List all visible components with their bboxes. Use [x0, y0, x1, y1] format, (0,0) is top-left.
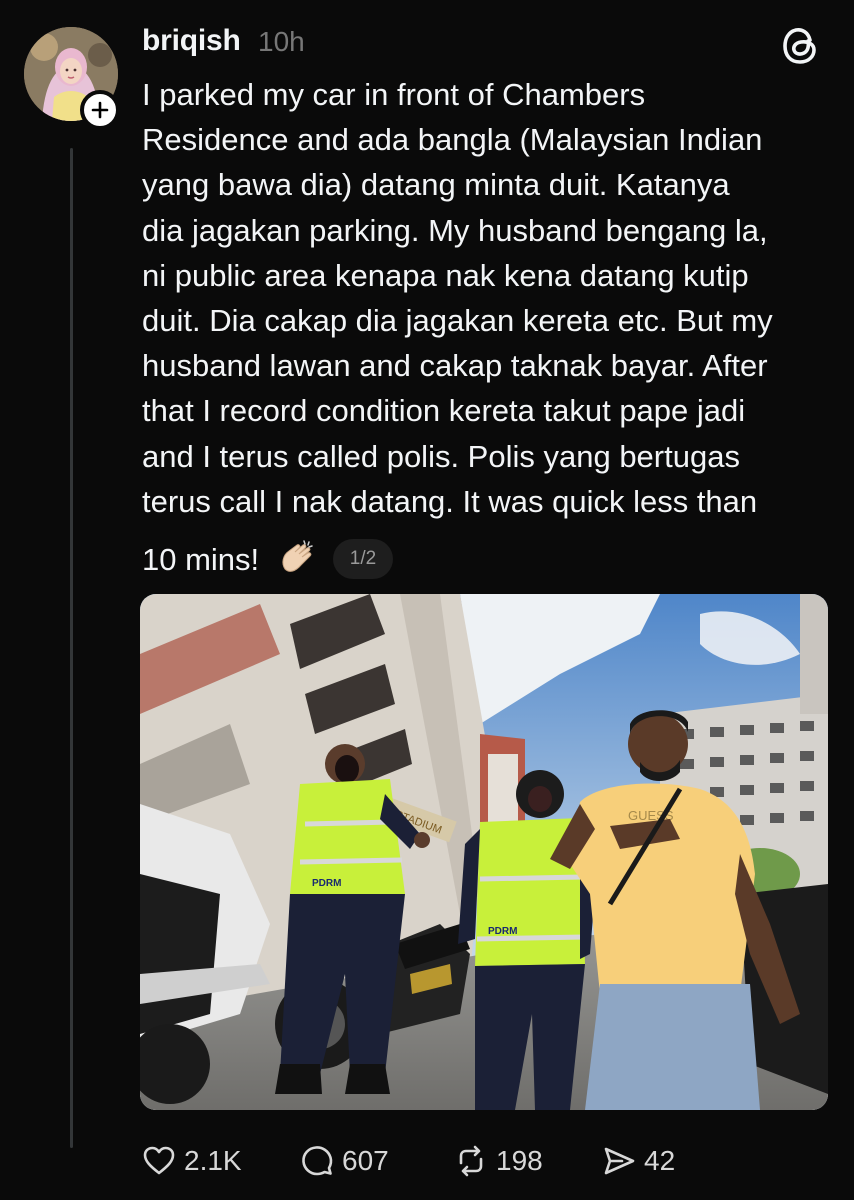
repost-icon [459, 1145, 483, 1177]
vest-label-1: PDRM [312, 878, 341, 889]
post-text-last-line: 10 mins! [142, 542, 260, 577]
threads-logo-icon[interactable] [781, 24, 821, 68]
follow-button[interactable] [80, 90, 120, 130]
thread-post: briqish 10h I parked my car in front of … [0, 0, 854, 1200]
share-button[interactable]: 42 [600, 1138, 675, 1184]
comment-bubble-icon [302, 1146, 333, 1176]
repost-button[interactable]: 198 [452, 1138, 543, 1184]
send-icon [604, 1147, 635, 1175]
like-button[interactable]: 2.1K [140, 1138, 242, 1184]
username[interactable]: briqish [142, 24, 241, 58]
clapping-hands-emoji [282, 540, 313, 572]
like-count: 2.1K [184, 1145, 242, 1176]
share-count: 42 [644, 1145, 676, 1176]
plus-icon [91, 101, 109, 119]
thread-line [70, 148, 73, 1148]
post-text: I parked my car in front of Chambers Res… [142, 77, 773, 519]
post-photo[interactable]: STADIUM PDRM PDRM GUESS [140, 594, 828, 1110]
vest-label-2: PDRM [488, 926, 517, 937]
reply-count: 607 [342, 1145, 389, 1176]
repost-count: 198 [496, 1145, 543, 1176]
heart-icon [143, 1146, 175, 1175]
reply-button[interactable]: 607 [298, 1138, 389, 1184]
page-indicator: 1/2 [333, 539, 393, 579]
timestamp: 10h [258, 26, 305, 57]
